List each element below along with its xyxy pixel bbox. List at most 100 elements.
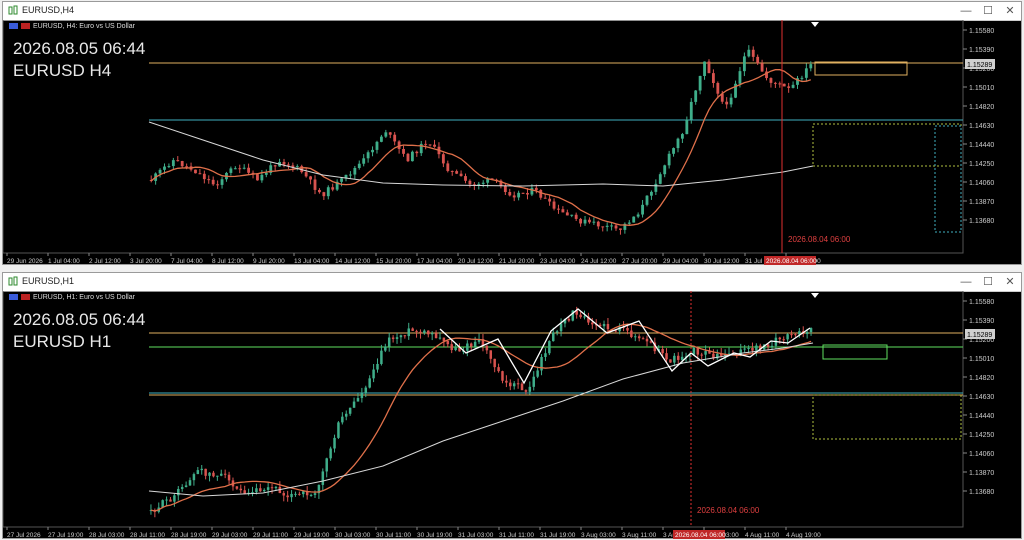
candle-body <box>158 169 162 174</box>
candle-body <box>176 160 180 162</box>
close-button[interactable]: ✕ <box>999 3 1021 19</box>
price-label: 1.13680 <box>969 218 994 225</box>
candle-body <box>402 148 405 154</box>
candle-body <box>274 486 278 489</box>
candle-body <box>212 472 215 477</box>
price-label: 1.15580 <box>969 299 994 306</box>
time-label: 14 Jul 12:00 <box>335 258 371 265</box>
candle-body <box>202 173 206 180</box>
candle-body <box>192 474 196 481</box>
projection-box <box>934 125 962 233</box>
candle-body <box>583 316 586 318</box>
candle-body <box>469 343 473 347</box>
candle-body <box>376 363 379 370</box>
candle-body <box>509 382 512 387</box>
candle-body <box>266 487 270 490</box>
candle-body <box>353 167 357 175</box>
candle-body <box>441 154 445 164</box>
candle-body <box>196 470 200 475</box>
candle-body <box>588 219 591 223</box>
price-chart-h4[interactable]: 1.155801.153901.152001.150101.148201.146… <box>3 20 1021 265</box>
candle-body <box>645 338 649 342</box>
candle-body <box>630 330 633 338</box>
chart-window-h4[interactable]: EURUSD,H4 — ☐ ✕ EURUSD, H4: Euro vs US D… <box>2 1 1022 265</box>
candle-body <box>804 68 808 78</box>
candle-body <box>680 134 684 139</box>
vertical-marker-label: 2026.08.04 06:00 <box>788 235 851 244</box>
candle-body <box>703 61 706 76</box>
candle-body <box>360 393 364 399</box>
time-label: 28 Jul 11:00 <box>130 532 165 539</box>
chart-icon <box>8 276 18 286</box>
candle-body <box>665 353 668 360</box>
candle-body <box>260 174 264 181</box>
price-chart-h1[interactable]: 1.155801.153901.152001.150101.148201.146… <box>3 291 1021 539</box>
candle-body <box>468 180 472 185</box>
candle-body <box>434 333 438 339</box>
time-label: 20 Jul 12:00 <box>458 258 494 265</box>
candle-body <box>696 347 700 355</box>
chart-window-h1[interactable]: EURUSD,H1 — ☐ ✕ EURUSD, H1: Euro vs US D… <box>2 272 1022 539</box>
candle-body <box>669 359 672 363</box>
candle-body <box>282 161 286 165</box>
candle-body <box>180 161 184 167</box>
time-label: 30 Jul 03:00 <box>335 532 371 539</box>
candle-body <box>442 337 446 341</box>
candle-body <box>769 78 773 83</box>
candle-body <box>634 336 637 338</box>
candle-body <box>223 473 227 475</box>
candle-body <box>204 468 207 476</box>
candle-body <box>505 380 508 383</box>
window-titlebar[interactable]: EURUSD,H4 — ☐ ✕ <box>3 2 1021 21</box>
candle-body <box>424 143 428 145</box>
chart-shift-icon <box>811 293 819 298</box>
time-label: 9 Jul 20:00 <box>253 258 285 265</box>
time-label: 3 Jul 20:00 <box>130 258 162 265</box>
candle-body <box>450 170 454 172</box>
candle-body <box>579 218 583 224</box>
candle-body <box>329 448 332 459</box>
chart-icon <box>8 5 18 15</box>
vertical-marker-label: 2026.08.04 06:00 <box>697 506 760 515</box>
maximize-button[interactable]: ☐ <box>977 3 999 19</box>
candle-body <box>220 473 223 476</box>
candle-body <box>663 165 667 175</box>
price-label: 1.14060 <box>969 451 994 458</box>
candle-body <box>791 84 795 88</box>
window-titlebar[interactable]: EURUSD,H1 — ☐ ✕ <box>3 273 1021 292</box>
candle-body <box>787 86 791 88</box>
candle-body <box>559 323 563 332</box>
price-label: 1.15010 <box>969 356 994 363</box>
time-label: 8 Jul 12:00 <box>212 258 244 265</box>
candle-body <box>552 332 555 342</box>
candle-body <box>167 166 171 168</box>
candle-body <box>450 344 453 351</box>
candle-body <box>387 337 391 347</box>
candle-body <box>661 349 664 354</box>
candle-body <box>544 353 547 357</box>
candle-body <box>601 226 605 228</box>
candle-body <box>341 416 344 423</box>
candle-body <box>782 83 786 87</box>
time-label: 29 Jul 04:00 <box>663 258 699 265</box>
candle-body <box>298 493 301 495</box>
minimize-button[interactable]: — <box>955 274 977 290</box>
maximize-button[interactable]: ☐ <box>977 274 999 290</box>
candle-body <box>318 189 321 193</box>
close-button[interactable]: ✕ <box>999 274 1021 290</box>
candle-body <box>557 208 560 210</box>
candle-body <box>273 165 277 167</box>
candle-body <box>364 387 368 394</box>
minimize-button[interactable]: — <box>955 3 977 19</box>
candle-body <box>539 190 543 198</box>
ma-slow-line <box>148 342 814 497</box>
candle-body <box>427 330 430 335</box>
candle-body <box>778 337 782 340</box>
time-axis-marker-label: 2026.08.04 06:00 <box>766 258 817 265</box>
time-label: 23 Jul 04:00 <box>540 258 576 265</box>
time-label: 17 Jul 04:00 <box>417 258 453 265</box>
candle-body <box>521 192 525 194</box>
candle-body <box>302 491 305 495</box>
candle-body <box>489 350 493 359</box>
candle-body <box>438 337 442 339</box>
